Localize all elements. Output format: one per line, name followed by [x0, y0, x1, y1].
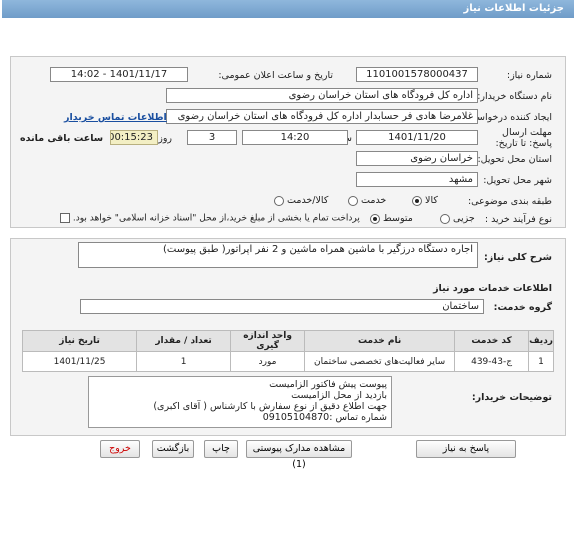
process-label: نوع فرآیند خرید : [484, 214, 552, 225]
cell-service-name: سایر فعالیت‌های تخصصی ساختمان [304, 351, 456, 372]
category-label: طبقه بندی موضوعی: [467, 196, 552, 207]
cell-need-date: 1401/11/25 [21, 351, 138, 372]
city-field: مشهد [356, 172, 478, 187]
radio-icon [440, 213, 450, 224]
city-label: شهر محل تحویل: [483, 175, 552, 186]
buyer-notes-box: پیوست پیش فاکتور الزامیست بازدید از محل … [88, 376, 392, 428]
buyer-org-label: نام دستگاه خریدار: [477, 91, 552, 102]
requester-field: غلامرضا هادی فر حسابدار اداره کل فرودگاه… [166, 109, 478, 124]
process-option-minor[interactable]: جزیی [440, 213, 475, 224]
radio-selected-icon [412, 195, 422, 206]
announce-field: 1401/11/17 - 14:02 [50, 67, 188, 82]
buyer-contact-link[interactable]: اطلاعات تماس خریدار [64, 112, 167, 123]
radio-icon [348, 195, 358, 206]
days-field: 3 [187, 130, 237, 145]
back-button[interactable]: بازگشت [152, 440, 194, 458]
services-section-title: اطلاعات خدمات مورد نیاز [433, 283, 552, 294]
col-service-code: کد خدمت [454, 330, 530, 352]
treasury-payment-option[interactable]: پرداخت تمام یا بخشی از مبلغ خرید،از محل … [60, 213, 360, 224]
col-service-name: نام خدمت [304, 330, 456, 352]
need-summary-field: اجاره دستگاه درزگیر با ماشین همراه ماشین… [78, 242, 478, 268]
buyer-note-line: بازدید از محل الزامیست [291, 390, 387, 401]
remaining-time-field: 00:15:23 [110, 130, 158, 145]
deadline-date-field: 1401/11/20 [356, 130, 478, 145]
province-label: استان محل تحویل: [477, 154, 552, 165]
deadline-label: مهلت ارسال پاسخ: تا تاریخ: [495, 127, 552, 149]
services-table-wrap: ردیف کد خدمت نام خدمت واحد اندازه گیری ت… [21, 330, 554, 372]
view-attachments-button[interactable]: مشاهده مدارک پیوستی (1) [246, 440, 352, 470]
need-number-label: شماره نیاز: [506, 70, 552, 81]
cell-row: 1 [528, 351, 554, 372]
need-number-field: 1101001578000437 [356, 67, 478, 82]
cell-service-code: ج-43-439 [454, 351, 530, 372]
category-option-goods[interactable]: کالا [412, 195, 438, 206]
process-option-medium[interactable]: متوسط [370, 213, 413, 224]
col-quantity: تعداد / مقدار [136, 330, 232, 352]
page-title: جزئیات اطلاعات نیاز [463, 3, 564, 14]
checkbox-icon [60, 213, 70, 223]
buyer-note-line: شماره تماس :09105104870 [262, 412, 387, 423]
radio-icon [274, 195, 284, 206]
table-row: 1 ج-43-439 سایر فعالیت‌های تخصصی ساختمان… [21, 351, 554, 372]
buyer-org-field: اداره کل فرودگاه های استان خراسان رضوی [166, 88, 478, 103]
col-unit: واحد اندازه گیری [230, 330, 306, 352]
service-group-field: ساختمان [80, 299, 484, 314]
need-summary-label: شرح کلی نیاز: [483, 252, 552, 263]
announce-label: تاریخ و ساعت اعلان عمومی: [218, 70, 333, 81]
buyer-note-line: جهت اطلاع دقیق از نوع سفارش با کارشناس (… [153, 401, 387, 412]
cell-unit: مورد [230, 351, 306, 372]
remaining-label: ساعت باقی مانده [20, 133, 104, 144]
exit-button[interactable]: خروج [100, 440, 140, 458]
cell-quantity: 1 [136, 351, 232, 372]
col-need-date: تاریخ نیاز [21, 330, 138, 352]
deadline-time-field: 14:20 [242, 130, 348, 145]
print-button[interactable]: چاپ [204, 440, 238, 458]
reply-button[interactable]: پاسخ به نیاز [416, 440, 516, 458]
category-option-goods-service[interactable]: کالا/خدمت [274, 195, 328, 206]
page-header: جزئیات اطلاعات نیاز [2, 0, 574, 18]
buyer-notes-label: توضیحات خریدار: [471, 392, 552, 403]
buyer-note-line: پیوست پیش فاکتور الزامیست [269, 379, 387, 390]
table-header-row: ردیف کد خدمت نام خدمت واحد اندازه گیری ت… [21, 330, 554, 352]
radio-selected-icon [370, 213, 380, 224]
services-table: ردیف کد خدمت نام خدمت واحد اندازه گیری ت… [21, 330, 554, 372]
col-row: ردیف [528, 330, 554, 352]
province-field: خراسان رضوی [356, 151, 478, 166]
service-group-label: گروه خدمت: [493, 302, 552, 313]
category-option-service[interactable]: خدمت [348, 195, 386, 206]
